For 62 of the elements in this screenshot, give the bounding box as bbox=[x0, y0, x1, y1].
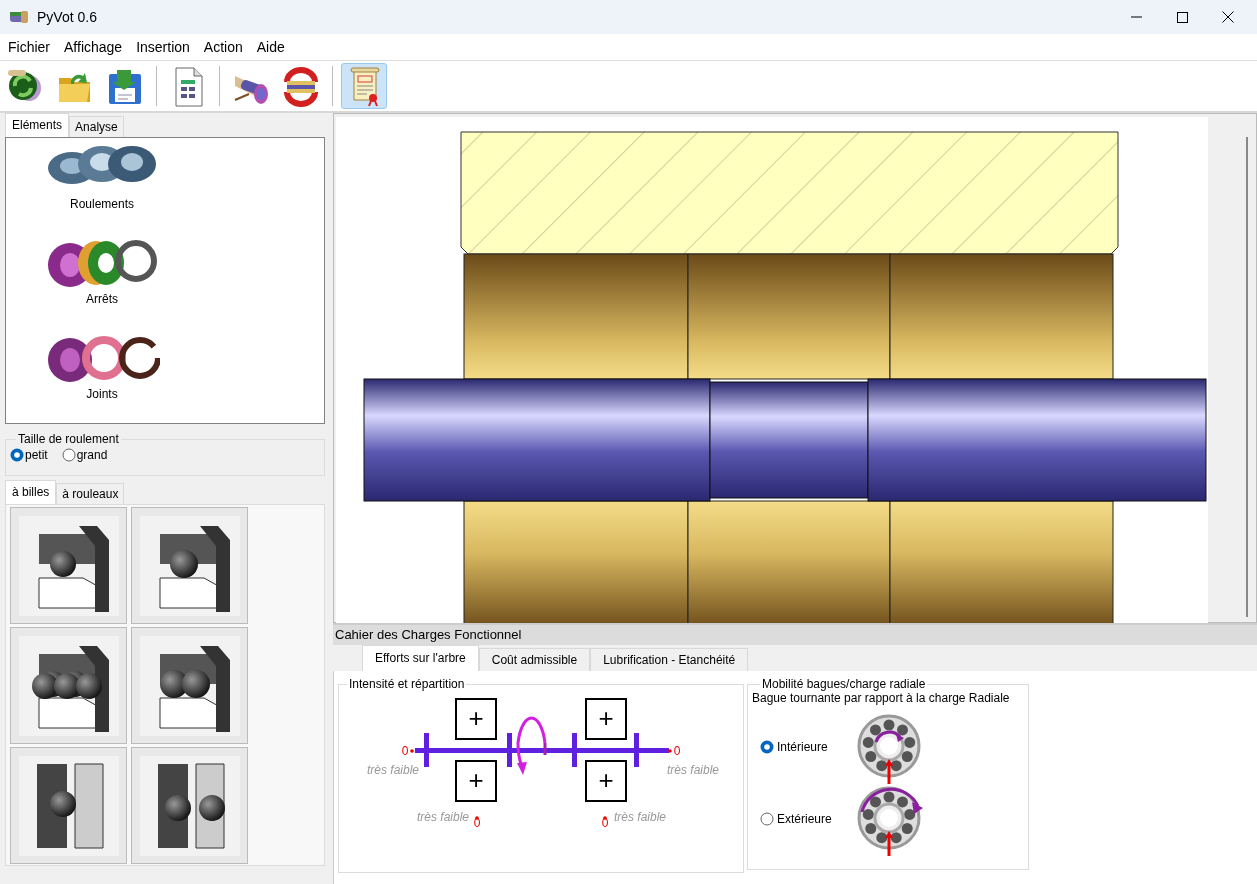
plus-button[interactable]: + bbox=[455, 698, 497, 740]
bearing-section-icon bbox=[18, 515, 119, 616]
toolbar-button[interactable] bbox=[341, 63, 387, 109]
load-value: 0 bbox=[668, 744, 681, 758]
menu-item[interactable]: Affichage bbox=[57, 37, 130, 57]
bearing-type-button[interactable] bbox=[131, 747, 248, 864]
bearing-tick-mark bbox=[634, 733, 639, 767]
maximize-icon bbox=[1176, 11, 1188, 23]
load-intensity-label: très faible bbox=[667, 763, 720, 777]
radio-button[interactable] bbox=[10, 448, 24, 462]
bearing-tick-mark bbox=[507, 733, 512, 767]
bearing-section-icon bbox=[18, 635, 119, 736]
minimize-icon bbox=[1130, 16, 1142, 18]
bearing-tick-mark bbox=[424, 733, 429, 767]
plus-button[interactable]: + bbox=[585, 698, 627, 740]
rotation-arrow-icon bbox=[516, 716, 547, 775]
bearing-type-button[interactable] bbox=[131, 507, 248, 624]
tab[interactable]: Efforts sur l'arbre bbox=[362, 645, 479, 671]
load-intensity-label: très faible bbox=[416, 810, 469, 824]
bearing-type-button[interactable] bbox=[10, 747, 127, 864]
element-list-item[interactable]: Roulements bbox=[42, 138, 162, 233]
menu-item[interactable]: Insertion bbox=[129, 37, 197, 57]
bearing-section-icon bbox=[139, 755, 240, 856]
bearing-section-icon bbox=[18, 755, 119, 856]
bearing-tick-mark bbox=[572, 733, 577, 767]
bearing-section-icon bbox=[139, 635, 240, 736]
bearing-type-button[interactable] bbox=[10, 507, 127, 624]
group-title: Intensité et répartition bbox=[348, 677, 466, 691]
group-title: Mobilité bagues/charge radiale bbox=[761, 677, 927, 691]
element-list-item[interactable]: Joints bbox=[42, 328, 162, 423]
radio-label[interactable]: Intérieure bbox=[777, 740, 851, 754]
load-value: 0 bbox=[401, 744, 414, 758]
load-intensity-label: très faible bbox=[614, 810, 667, 824]
app-icon bbox=[9, 9, 29, 25]
panel-title: Cahier des Charges Fonctionnel bbox=[333, 625, 1257, 645]
menu-item[interactable]: Fichier bbox=[1, 37, 57, 57]
radio-button[interactable] bbox=[760, 740, 774, 754]
plus-button[interactable]: + bbox=[585, 760, 627, 802]
menu-item[interactable]: Aide bbox=[249, 37, 292, 57]
tab[interactable]: Lubrification - Etanchéité bbox=[590, 648, 749, 671]
tab[interactable]: Analyse bbox=[69, 116, 124, 137]
caption-text: Bague tournante par rapport à la charge Radiale bbox=[752, 691, 1011, 705]
menu-item[interactable]: Action bbox=[196, 37, 250, 57]
radio-label[interactable]: petit bbox=[25, 448, 48, 462]
tab[interactable]: à rouleaux bbox=[56, 483, 125, 504]
tab[interactable]: Eléments bbox=[5, 113, 70, 137]
bearing-type-button[interactable] bbox=[10, 627, 127, 744]
radio-button[interactable] bbox=[760, 812, 774, 826]
load-intensity-label: très faible bbox=[366, 763, 419, 777]
radio-label[interactable]: Extérieure bbox=[777, 812, 851, 826]
window-title: PyVot 0.6 bbox=[37, 9, 97, 25]
close-icon bbox=[1222, 11, 1234, 23]
bearing-section-icon bbox=[139, 515, 240, 616]
radio-button[interactable] bbox=[61, 448, 76, 462]
swap-arrows-icon bbox=[281, 64, 321, 108]
radio-label[interactable]: grand bbox=[76, 448, 108, 462]
bearing-type-button[interactable] bbox=[131, 627, 248, 744]
tab[interactable]: Coût admissible bbox=[478, 648, 591, 671]
tab[interactable]: à billes bbox=[5, 480, 57, 504]
element-list-item[interactable]: Arrêts bbox=[42, 233, 162, 328]
plus-button[interactable]: + bbox=[455, 760, 497, 802]
group-title: Taille de roulement bbox=[17, 432, 120, 446]
